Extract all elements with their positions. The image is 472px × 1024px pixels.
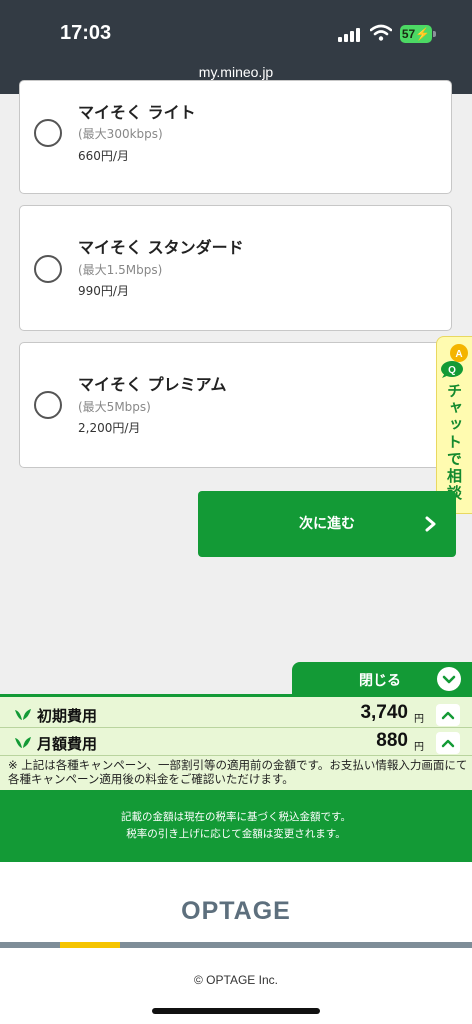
qa-chat-icon: A Q <box>441 344 468 378</box>
radio-button[interactable] <box>34 391 62 419</box>
fee-note: ※ 上記は各種キャンペーン、一部割引等の適用前の金額です。お支払い情報入力画面に… <box>8 758 468 786</box>
chevron-right-icon <box>425 516 436 532</box>
plan-speed: (最大300kbps) <box>78 127 163 141</box>
close-label: 閉じる <box>359 673 401 689</box>
chat-consult-tab[interactable]: A Q チャットで相談 <box>436 336 472 514</box>
battery-icon: 57⚡ <box>400 25 432 43</box>
monthly-fee-amount: 880 <box>376 730 408 751</box>
footer: OPTAGE © OPTAGE Inc. <box>0 862 472 1024</box>
plan-speed: (最大1.5Mbps) <box>78 263 163 277</box>
leaf-icon <box>15 737 31 748</box>
plan-option-standard[interactable]: マイそく スタンダード (最大1.5Mbps) 990円/月 <box>19 205 452 331</box>
cellular-signal-icon <box>338 26 360 42</box>
plan-title: マイそく ライト <box>78 103 196 122</box>
initial-fee-label: 初期費用 <box>37 707 98 725</box>
plan-title: マイそく プレミアム <box>78 375 227 394</box>
plan-option-premium[interactable]: マイそく プレミアム (最大5Mbps) 2,200円/月 <box>19 342 452 468</box>
svg-text:Q: Q <box>448 365 456 376</box>
plan-title: マイそく スタンダード <box>78 238 244 257</box>
initial-fee-row[interactable]: 初期費用 3,740 円 <box>0 702 472 728</box>
wifi-icon <box>370 24 392 41</box>
home-indicator[interactable] <box>152 1008 320 1014</box>
optage-logo[interactable]: OPTAGE <box>0 897 472 926</box>
initial-fee-amount: 3,740 <box>360 702 408 723</box>
status-time: 17:03 <box>60 22 112 44</box>
svg-text:A: A <box>455 349 462 360</box>
chat-label: チャットで相談 <box>445 383 463 502</box>
fee-unit: 円 <box>414 742 424 753</box>
monthly-fee-row[interactable]: 月額費用 880 円 <box>0 730 472 756</box>
fee-panel-close-button[interactable]: 閉じる <box>292 662 472 696</box>
chevron-up-icon[interactable] <box>436 732 460 754</box>
fee-summary-panel: 初期費用 3,740 円 月額費用 880 円 ※ 上記は各種キャンペーン、一部… <box>0 694 472 790</box>
fee-unit: 円 <box>414 714 424 725</box>
plan-option-lite[interactable]: マイそく ライト (最大300kbps) 660円/月 <box>19 80 452 194</box>
tax-notice-line: 記載の金額は現在の税率に基づく税込金額です。 <box>121 811 351 823</box>
radio-button[interactable] <box>34 255 62 283</box>
tax-notice: 記載の金額は現在の税率に基づく税込金額です。 税率の引き上げに応じて金額は変更さ… <box>0 790 472 862</box>
plan-price: 2,200円/月 <box>78 421 141 435</box>
chevron-up-icon[interactable] <box>436 704 460 726</box>
plan-price: 990円/月 <box>78 284 129 298</box>
url-bar[interactable]: my.mineo.jp <box>0 64 472 80</box>
next-button[interactable]: 次に進む <box>198 491 456 557</box>
tax-notice-line: 税率の引き上げに応じて金額は変更されます。 <box>126 828 346 840</box>
plan-price: 660円/月 <box>78 149 129 163</box>
battery-level: 57 <box>401 27 416 41</box>
copyright: © OPTAGE Inc. <box>194 973 278 987</box>
monthly-fee-label: 月額費用 <box>37 735 98 753</box>
next-label: 次に進む <box>299 516 355 532</box>
footer-divider-accent <box>60 942 120 948</box>
chevron-down-icon <box>437 667 461 691</box>
plan-speed: (最大5Mbps) <box>78 400 151 414</box>
radio-button[interactable] <box>34 119 62 147</box>
leaf-icon <box>15 709 31 720</box>
